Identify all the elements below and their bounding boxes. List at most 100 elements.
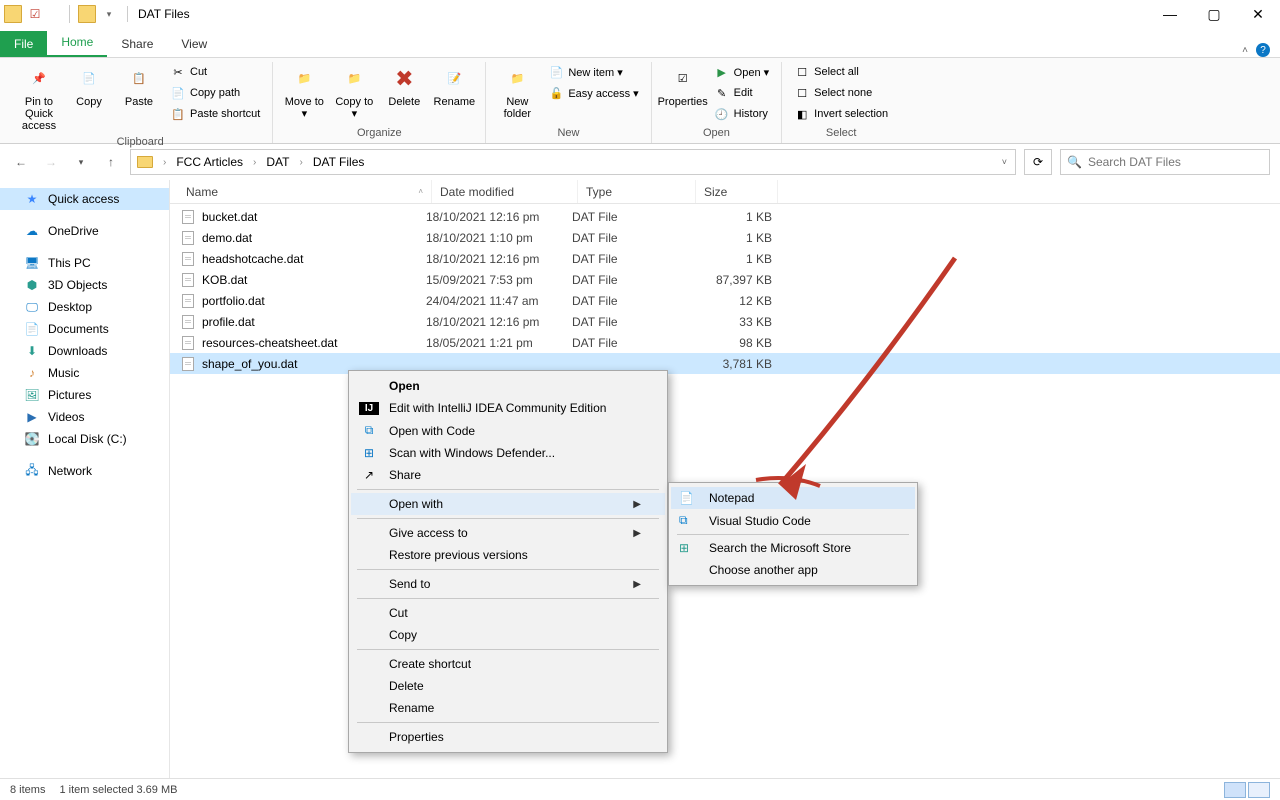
copy-button[interactable]: 📄 Copy — [66, 62, 112, 110]
maximize-button[interactable]: ▢ — [1192, 0, 1236, 28]
sidebar-3d-objects[interactable]: ⬢3D Objects — [0, 274, 169, 296]
ctx-defender[interactable]: ⊞Scan with Windows Defender... — [351, 442, 665, 464]
ctx-send-to[interactable]: Send to▶ — [351, 573, 665, 595]
ribbon-collapse-icon[interactable]: ˄ — [1242, 45, 1248, 56]
file-date: 18/10/2021 12:16 pm — [426, 315, 572, 329]
search-input[interactable] — [1088, 155, 1263, 169]
sidebar-desktop[interactable]: 🖵Desktop — [0, 296, 169, 318]
ctx-copy[interactable]: Copy — [351, 624, 665, 646]
sidebar-documents[interactable]: 📄Documents — [0, 318, 169, 340]
ctx-open-with[interactable]: Open with▶ — [351, 493, 665, 515]
move-to-button[interactable]: 📁Move to ▾ — [281, 62, 327, 122]
recent-locations-icon[interactable]: ▾ — [70, 151, 92, 173]
col-name[interactable]: Name˄ — [178, 180, 432, 203]
ctx-properties[interactable]: Properties — [351, 726, 665, 748]
close-button[interactable]: ✕ — [1236, 0, 1280, 28]
ctx-give-access[interactable]: Give access to▶ — [351, 522, 665, 544]
up-button[interactable]: ↑ — [100, 151, 122, 173]
new-folder-button[interactable]: 📁New folder — [494, 62, 540, 122]
ctx-share[interactable]: ↗Share — [351, 464, 665, 486]
new-folder-icon: 📁 — [502, 64, 532, 94]
col-date[interactable]: Date modified — [432, 180, 578, 203]
history-button[interactable]: 🕘History — [710, 104, 774, 124]
select-none-button[interactable]: ☐Select none — [790, 83, 892, 103]
minimize-button[interactable]: — — [1148, 0, 1192, 28]
paste-button[interactable]: 📋 Paste — [116, 62, 162, 110]
sub-vscode[interactable]: ⧉Visual Studio Code — [671, 509, 915, 532]
delete-button[interactable]: ✖Delete — [381, 62, 427, 110]
file-row[interactable]: portfolio.dat24/04/2021 11:47 amDAT File… — [170, 290, 1280, 311]
ctx-delete[interactable]: Delete — [351, 675, 665, 697]
file-row[interactable]: shape_of_you.dat3,781 KB — [170, 353, 1280, 374]
sidebar-pictures[interactable]: 🖼Pictures — [0, 384, 169, 406]
rename-button[interactable]: 📝Rename — [431, 62, 477, 110]
window-title: DAT Files — [138, 7, 190, 21]
easy-access-button[interactable]: 🔓Easy access ▾ — [544, 83, 642, 103]
properties-button[interactable]: ☑Properties — [660, 62, 706, 110]
cut-button[interactable]: ✂Cut — [166, 62, 264, 82]
details-view-button[interactable] — [1224, 782, 1246, 798]
file-row[interactable]: bucket.dat18/10/2021 12:16 pmDAT File1 K… — [170, 206, 1280, 227]
sidebar-onedrive[interactable]: ☁OneDrive — [0, 220, 169, 242]
ctx-cut[interactable]: Cut — [351, 602, 665, 624]
forward-button[interactable]: → — [40, 151, 62, 173]
file-row[interactable]: KOB.dat15/09/2021 7:53 pmDAT File87,397 … — [170, 269, 1280, 290]
sub-store[interactable]: ⊞Search the Microsoft Store — [671, 537, 915, 559]
copy-path-button[interactable]: 📄Copy path — [166, 83, 264, 103]
col-size[interactable]: Size — [696, 180, 778, 203]
select-all-button[interactable]: ☐Select all — [790, 62, 892, 82]
qat-new-folder-icon[interactable] — [78, 5, 96, 23]
address-dropdown-icon[interactable]: ˅ — [1002, 157, 1007, 167]
chevron-right-icon[interactable]: › — [161, 157, 168, 168]
share-icon: ↗ — [359, 468, 379, 482]
sidebar-this-pc[interactable]: 🖥This PC — [0, 252, 169, 274]
sidebar-downloads[interactable]: ⬇Downloads — [0, 340, 169, 362]
ctx-vscode[interactable]: ⧉Open with Code — [351, 419, 665, 442]
sidebar-videos[interactable]: ▶Videos — [0, 406, 169, 428]
address-bar[interactable]: › FCC Articles › DAT › DAT Files ˅ — [130, 149, 1016, 175]
file-name: resources-cheatsheet.dat — [202, 336, 337, 350]
ctx-intellij[interactable]: IJEdit with IntelliJ IDEA Community Edit… — [351, 397, 665, 419]
cube-icon: ⬢ — [24, 277, 40, 293]
sidebar-quick-access[interactable]: ★Quick access — [0, 188, 169, 210]
breadcrumb-dat[interactable]: DAT — [260, 153, 295, 171]
file-row[interactable]: resources-cheatsheet.dat18/05/2021 1:21 … — [170, 332, 1280, 353]
sidebar-network[interactable]: 🖧Network — [0, 460, 169, 482]
new-item-button[interactable]: 📄New item ▾ — [544, 62, 642, 82]
refresh-button[interactable]: ⟳ — [1024, 149, 1052, 175]
col-type[interactable]: Type — [578, 180, 696, 203]
breadcrumb-fcc[interactable]: FCC Articles — [170, 153, 249, 171]
invert-selection-button[interactable]: ◧Invert selection — [790, 104, 892, 124]
ctx-restore[interactable]: Restore previous versions — [351, 544, 665, 566]
breadcrumb-datfiles[interactable]: DAT Files — [307, 153, 371, 171]
tab-view[interactable]: View — [167, 31, 221, 57]
paste-shortcut-button[interactable]: 📋Paste shortcut — [166, 104, 264, 124]
file-row[interactable]: profile.dat18/10/2021 12:16 pmDAT File33… — [170, 311, 1280, 332]
sub-notepad[interactable]: 📄Notepad — [671, 487, 915, 509]
qat-properties-icon[interactable]: ☑ — [26, 5, 44, 23]
sub-choose[interactable]: Choose another app — [671, 559, 915, 581]
ctx-shortcut[interactable]: Create shortcut — [351, 653, 665, 675]
chevron-right-icon[interactable]: › — [297, 157, 304, 168]
tab-home[interactable]: Home — [47, 29, 107, 57]
pin-button[interactable]: 📌 Pin to Quick access — [16, 62, 62, 134]
sidebar-local-disk[interactable]: 💽Local Disk (C:) — [0, 428, 169, 450]
file-row[interactable]: demo.dat18/10/2021 1:10 pmDAT File1 KB — [170, 227, 1280, 248]
help-icon[interactable]: ? — [1256, 43, 1270, 57]
ctx-rename[interactable]: Rename — [351, 697, 665, 719]
back-button[interactable]: ← — [10, 151, 32, 173]
tab-file[interactable]: File — [0, 31, 47, 57]
sidebar-music[interactable]: ♪Music — [0, 362, 169, 384]
search-box[interactable]: 🔍 — [1060, 149, 1270, 175]
qat-dropdown-icon[interactable]: ▾ — [100, 5, 118, 23]
thumbnails-view-button[interactable] — [1248, 782, 1270, 798]
open-button[interactable]: ▶Open ▾ — [710, 62, 774, 82]
copy-to-button[interactable]: 📁Copy to ▾ — [331, 62, 377, 122]
edit-button[interactable]: ✎Edit — [710, 83, 774, 103]
shield-icon: ⊞ — [359, 446, 379, 460]
tab-share[interactable]: Share — [107, 31, 167, 57]
chevron-right-icon[interactable]: › — [251, 157, 258, 168]
move-to-icon: 📁 — [289, 64, 319, 94]
file-row[interactable]: headshotcache.dat18/10/2021 12:16 pmDAT … — [170, 248, 1280, 269]
ctx-open[interactable]: Open — [351, 375, 665, 397]
